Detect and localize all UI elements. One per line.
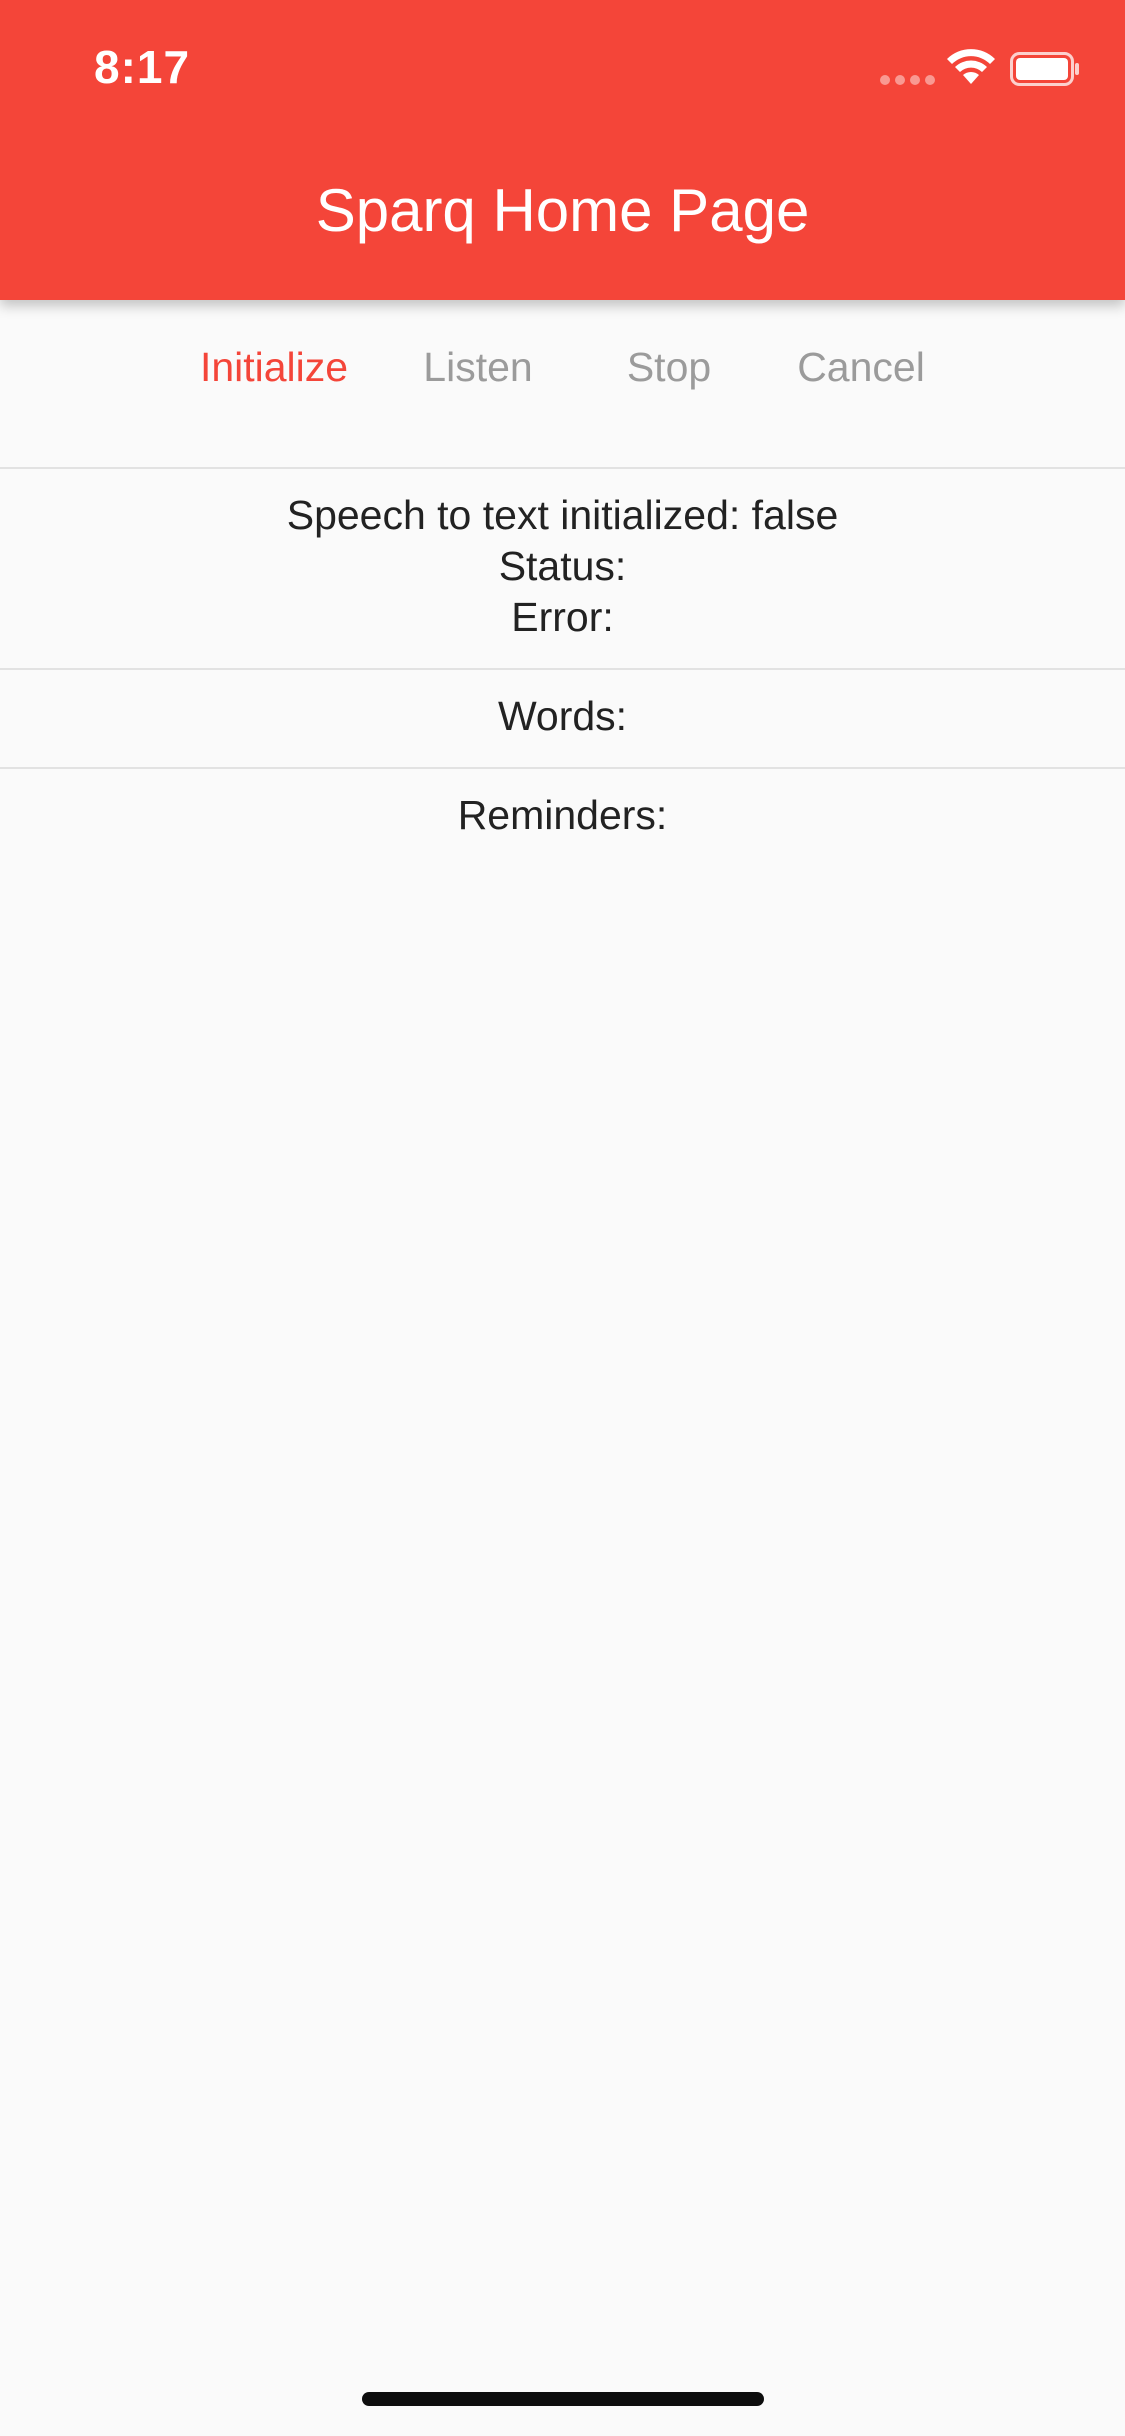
page-title: Sparq Home Page: [315, 177, 810, 244]
initialized-status-text: Speech to text initialized: false: [286, 492, 839, 538]
divider: [0, 467, 1125, 469]
status-bar-time: 8:17: [94, 41, 191, 93]
cellular-signal-icon: [880, 75, 936, 85]
cancel-button[interactable]: Cancel: [797, 344, 925, 391]
speech-controls: Initialize Listen Stop Cancel: [0, 300, 1125, 467]
reminders-text: Reminders:: [457, 792, 668, 838]
listen-button[interactable]: Listen: [423, 344, 532, 391]
stop-button[interactable]: Stop: [627, 344, 711, 391]
home-indicator[interactable]: [362, 2392, 764, 2406]
divider: [0, 668, 1125, 670]
divider: [0, 767, 1125, 769]
words-text: Words:: [497, 693, 628, 739]
screen: 8:17 Sparq Home Page Initialize Listen S…: [0, 0, 1125, 2436]
status-text: Status:: [498, 543, 627, 589]
battery-icon: [1010, 52, 1079, 86]
error-text: Error:: [511, 594, 614, 640]
wifi-icon: [947, 49, 995, 84]
app-bar: 8:17 Sparq Home Page: [0, 0, 1125, 300]
initialize-button[interactable]: Initialize: [200, 344, 348, 391]
